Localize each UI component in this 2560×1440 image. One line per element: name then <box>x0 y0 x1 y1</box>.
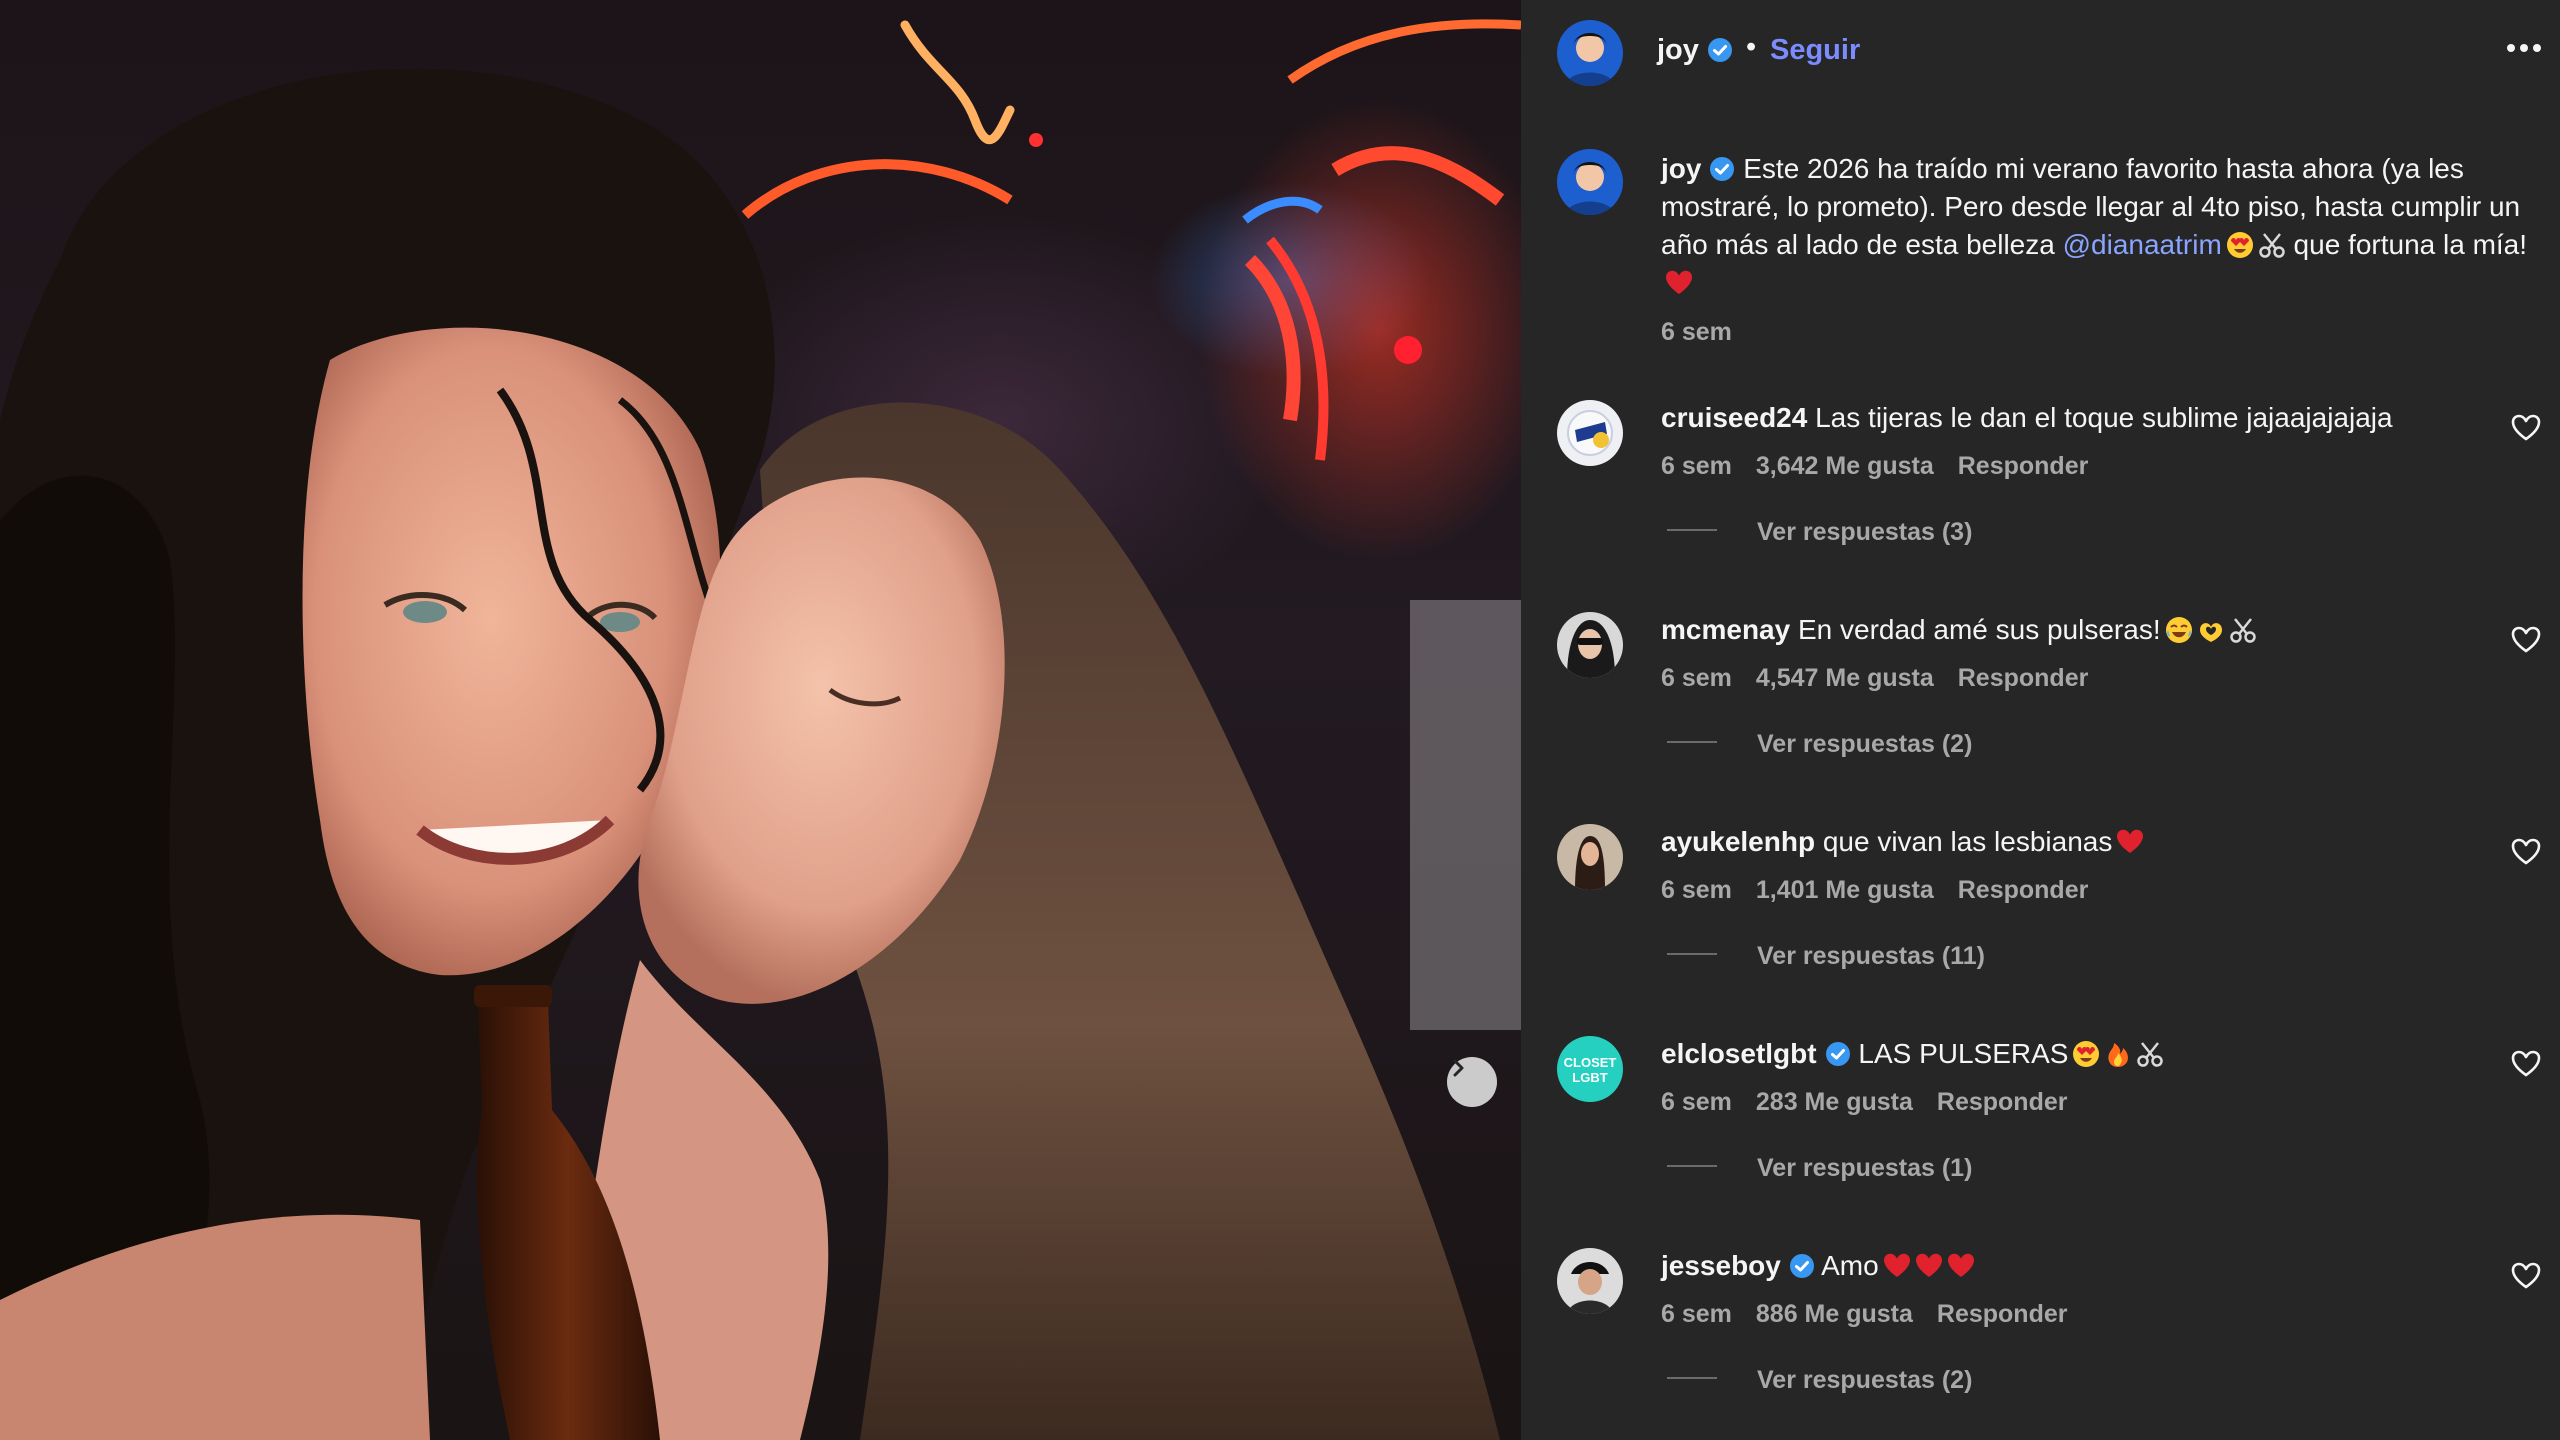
verified-badge-icon <box>1825 1040 1851 1066</box>
commenter-username[interactable]: jesseboy <box>1661 1250 1781 1281</box>
comment-item: mcmenay En verdad amé sus pulseras! 6 se… <box>1521 612 2560 824</box>
comment-text: En verdad amé sus pulseras! <box>1797 614 2161 645</box>
commenter-avatar[interactable] <box>1557 612 1623 678</box>
comment-timestamp[interactable]: 6 sem <box>1661 876 1732 904</box>
heart-eyes-emoji-icon <box>2226 231 2254 259</box>
caption-body-end: que fortuna la mía! <box>2293 229 2528 260</box>
like-heart-icon[interactable] <box>2510 624 2542 656</box>
replies-divider <box>1667 1165 1717 1167</box>
reply-button[interactable]: Responder <box>1958 452 2089 480</box>
commenter-avatar[interactable]: CLOSET LGBT <box>1557 1036 1623 1102</box>
reply-button[interactable]: Responder <box>1937 1300 2068 1328</box>
heart-eyes-emoji-icon <box>2072 1040 2100 1068</box>
view-replies-label[interactable]: Ver respuestas (2) <box>1757 730 1972 758</box>
red-heart-emoji-icon <box>1947 1252 1975 1280</box>
commenter-username[interactable]: ayukelenhp <box>1661 826 1815 857</box>
red-heart-emoji-icon <box>1915 1252 1943 1280</box>
comment-text: que vivan las lesbianas <box>1822 826 2113 857</box>
post-header: joy • Seguir <box>1521 0 2560 108</box>
comment-text: Amo <box>1821 1250 1879 1281</box>
view-replies-label[interactable]: Ver respuestas (11) <box>1757 942 1985 970</box>
comment-item: cruiseed24 Las tijeras le dan el toque s… <box>1521 400 2560 612</box>
view-replies-button[interactable]: Ver respuestas (3) <box>1667 518 1972 547</box>
author-username[interactable]: joy <box>1657 34 1733 67</box>
verified-badge-icon <box>1789 1252 1815 1278</box>
view-replies-button[interactable]: Ver respuestas (11) <box>1667 942 1985 971</box>
view-replies-button[interactable]: Ver respuestas (2) <box>1667 1366 1972 1395</box>
commenter-username[interactable]: elclosetlgbt <box>1661 1038 1817 1069</box>
chevron-right-icon <box>1453 1059 1464 1077</box>
heart-hands-emoji-icon <box>2197 616 2225 644</box>
scissors-emoji-icon <box>2258 231 2286 259</box>
scissors-emoji-icon <box>2136 1040 2164 1068</box>
comment-like-count[interactable]: 3,642 Me gusta <box>1756 452 1934 480</box>
commenter-username[interactable]: mcmenay <box>1661 614 1790 645</box>
comment-item: CLOSET LGBT elclosetlgbt LAS PULSERAS 6 s… <box>1521 1036 2560 1248</box>
replies-divider <box>1667 953 1717 955</box>
comment-text: LAS PULSERAS <box>1858 1038 2069 1069</box>
reply-button[interactable]: Responder <box>1937 1088 2068 1116</box>
comment-like-count[interactable]: 1,401 Me gusta <box>1756 876 1934 904</box>
comment-like-count[interactable]: 886 Me gusta <box>1756 1300 1913 1328</box>
red-heart-emoji-icon <box>1883 1252 1911 1280</box>
commenter-avatar[interactable] <box>1557 400 1623 466</box>
like-heart-icon[interactable] <box>2510 1048 2542 1080</box>
tears-of-joy-emoji-icon <box>2165 616 2193 644</box>
comment-timestamp[interactable]: 6 sem <box>1661 452 1732 480</box>
verified-badge-icon <box>1707 37 1733 63</box>
comment-item: jesseboy Amo 6 sem 886 Me gusta Responder … <box>1521 1248 2560 1440</box>
replies-divider <box>1667 741 1717 743</box>
photo-illustration <box>0 19 1521 1440</box>
comment-like-count[interactable]: 283 Me gusta <box>1756 1088 1913 1116</box>
svg-text:LGBT: LGBT <box>1572 1070 1607 1085</box>
caption-author-avatar[interactable] <box>1557 149 1623 215</box>
follow-button[interactable]: Seguir <box>1770 34 1860 67</box>
fire-emoji-icon <box>2104 1040 2132 1068</box>
like-heart-icon[interactable] <box>2510 412 2542 444</box>
comment-like-count[interactable]: 4,547 Me gusta <box>1756 664 1934 692</box>
comment-timestamp[interactable]: 6 sem <box>1661 1088 1732 1116</box>
author-username-text[interactable]: joy <box>1657 34 1699 66</box>
next-photo-button[interactable] <box>1447 1057 1497 1107</box>
separator-dot: • <box>1746 31 1757 63</box>
caption-username[interactable]: joy <box>1661 153 1701 184</box>
more-options-icon <box>2507 44 2541 52</box>
reply-button[interactable]: Responder <box>1958 876 2089 904</box>
scissors-emoji-icon <box>2229 616 2257 644</box>
author-avatar[interactable] <box>1557 20 1623 86</box>
comment-item: ayukelenhp que vivan las lesbianas 6 sem… <box>1521 824 2560 1036</box>
replies-divider <box>1667 529 1717 531</box>
comment-timestamp[interactable]: 6 sem <box>1661 1300 1732 1328</box>
more-options-button[interactable] <box>2502 26 2546 70</box>
comment-timestamp[interactable]: 6 sem <box>1661 664 1732 692</box>
like-heart-icon[interactable] <box>2510 1260 2542 1292</box>
view-replies-label[interactable]: Ver respuestas (1) <box>1757 1154 1972 1182</box>
svg-text:CLOSET: CLOSET <box>1564 1055 1617 1070</box>
caption-mention-link[interactable]: @dianaatrim <box>2063 229 2222 260</box>
view-replies-label[interactable]: Ver respuestas (3) <box>1757 518 1972 546</box>
commenter-username[interactable]: cruiseed24 <box>1661 402 1807 433</box>
commenter-avatar[interactable] <box>1557 824 1623 890</box>
comments-panel: joy • Seguir joy Este 2026 ha traído mi … <box>1521 0 2560 1440</box>
comment-text: Las tijeras le dan el toque sublime jaja… <box>1815 402 2393 433</box>
view-replies-label[interactable]: Ver respuestas (2) <box>1757 1366 1972 1394</box>
like-heart-icon[interactable] <box>2510 836 2542 868</box>
commenter-avatar[interactable] <box>1557 1248 1623 1314</box>
view-replies-button[interactable]: Ver respuestas (2) <box>1667 730 1972 759</box>
red-heart-emoji-icon <box>1665 269 1693 297</box>
post-photo <box>0 0 1521 1440</box>
view-replies-button[interactable]: Ver respuestas (1) <box>1667 1154 1972 1183</box>
replies-divider <box>1667 1377 1717 1379</box>
red-heart-emoji-icon <box>2116 828 2144 856</box>
instagram-post-modal: joy • Seguir joy Este 2026 ha traído mi … <box>0 0 2560 1440</box>
verified-badge-icon <box>1709 154 1735 181</box>
reply-button[interactable]: Responder <box>1958 664 2089 692</box>
caption-timestamp[interactable]: 6 sem <box>1661 318 1732 347</box>
caption-text: joy Este 2026 ha traído mi verano favori… <box>1661 150 2531 302</box>
